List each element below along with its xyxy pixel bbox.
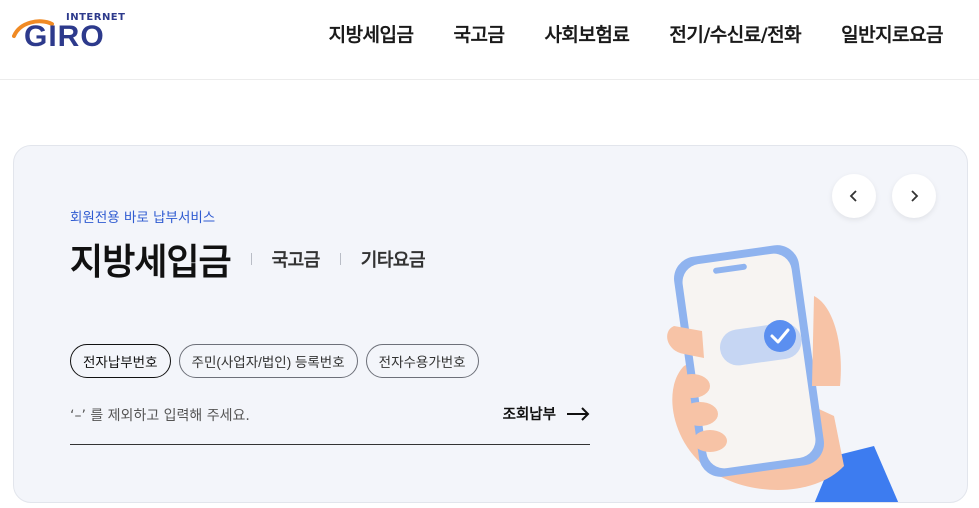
payment-number-input[interactable]	[70, 401, 470, 431]
carousel-prev-button[interactable]	[832, 174, 876, 218]
nav-national-treasury[interactable]: 국고금	[454, 20, 505, 47]
quick-pay-card: 회원전용 바로 납부서비스 지방세입금 국고금 기타요금 전자납부번호 주민(사…	[13, 145, 968, 503]
payment-type-tabs: 지방세입금 국고금 기타요금	[70, 233, 426, 285]
lookup-pay-button[interactable]: 조회납부	[503, 403, 590, 424]
nav-social-insurance[interactable]: 사회보험료	[544, 20, 629, 47]
site-header: INTERNET GIRO 지방세입금 국고금 사회보험료 전기/수신료/전화 …	[0, 0, 979, 80]
chip-registration-number[interactable]: 주민(사업자/법인) 등록번호	[178, 344, 358, 378]
tab-local-tax[interactable]: 지방세입금	[70, 233, 232, 285]
tab-national-treasury[interactable]: 국고금	[272, 246, 321, 272]
tab-divider	[339, 253, 341, 265]
nav-local-tax[interactable]: 지방세입금	[329, 20, 414, 47]
card-subtitle: 회원전용 바로 납부서비스	[70, 210, 216, 226]
search-row: 조회납부	[70, 401, 590, 445]
tab-other-fees[interactable]: 기타요금	[361, 246, 426, 272]
carousel-next-button[interactable]	[892, 174, 936, 218]
chip-customer-number[interactable]: 전자수용가번호	[365, 344, 479, 378]
lookup-pay-label: 조회납부	[502, 407, 556, 423]
tab-divider	[250, 253, 252, 265]
nav-general-giro[interactable]: 일반지로요금	[841, 20, 943, 47]
main-nav: 지방세입금 국고금 사회보험료 전기/수신료/전화 일반지로요금	[329, 20, 944, 47]
arrow-right-icon	[567, 406, 590, 421]
chevron-right-icon	[911, 190, 919, 202]
giro-logo[interactable]: INTERNET GIRO	[12, 12, 132, 58]
chevron-left-icon	[849, 190, 857, 202]
logo-wordmark: GIRO	[24, 20, 105, 53]
phone-toggle-illustration	[667, 245, 899, 502]
nav-utilities[interactable]: 전기/수신료/전화	[669, 20, 801, 47]
lookup-type-chips: 전자납부번호 주민(사업자/법인) 등록번호 전자수용가번호	[70, 344, 479, 378]
chip-electronic-payment-number[interactable]: 전자납부번호	[70, 344, 171, 378]
